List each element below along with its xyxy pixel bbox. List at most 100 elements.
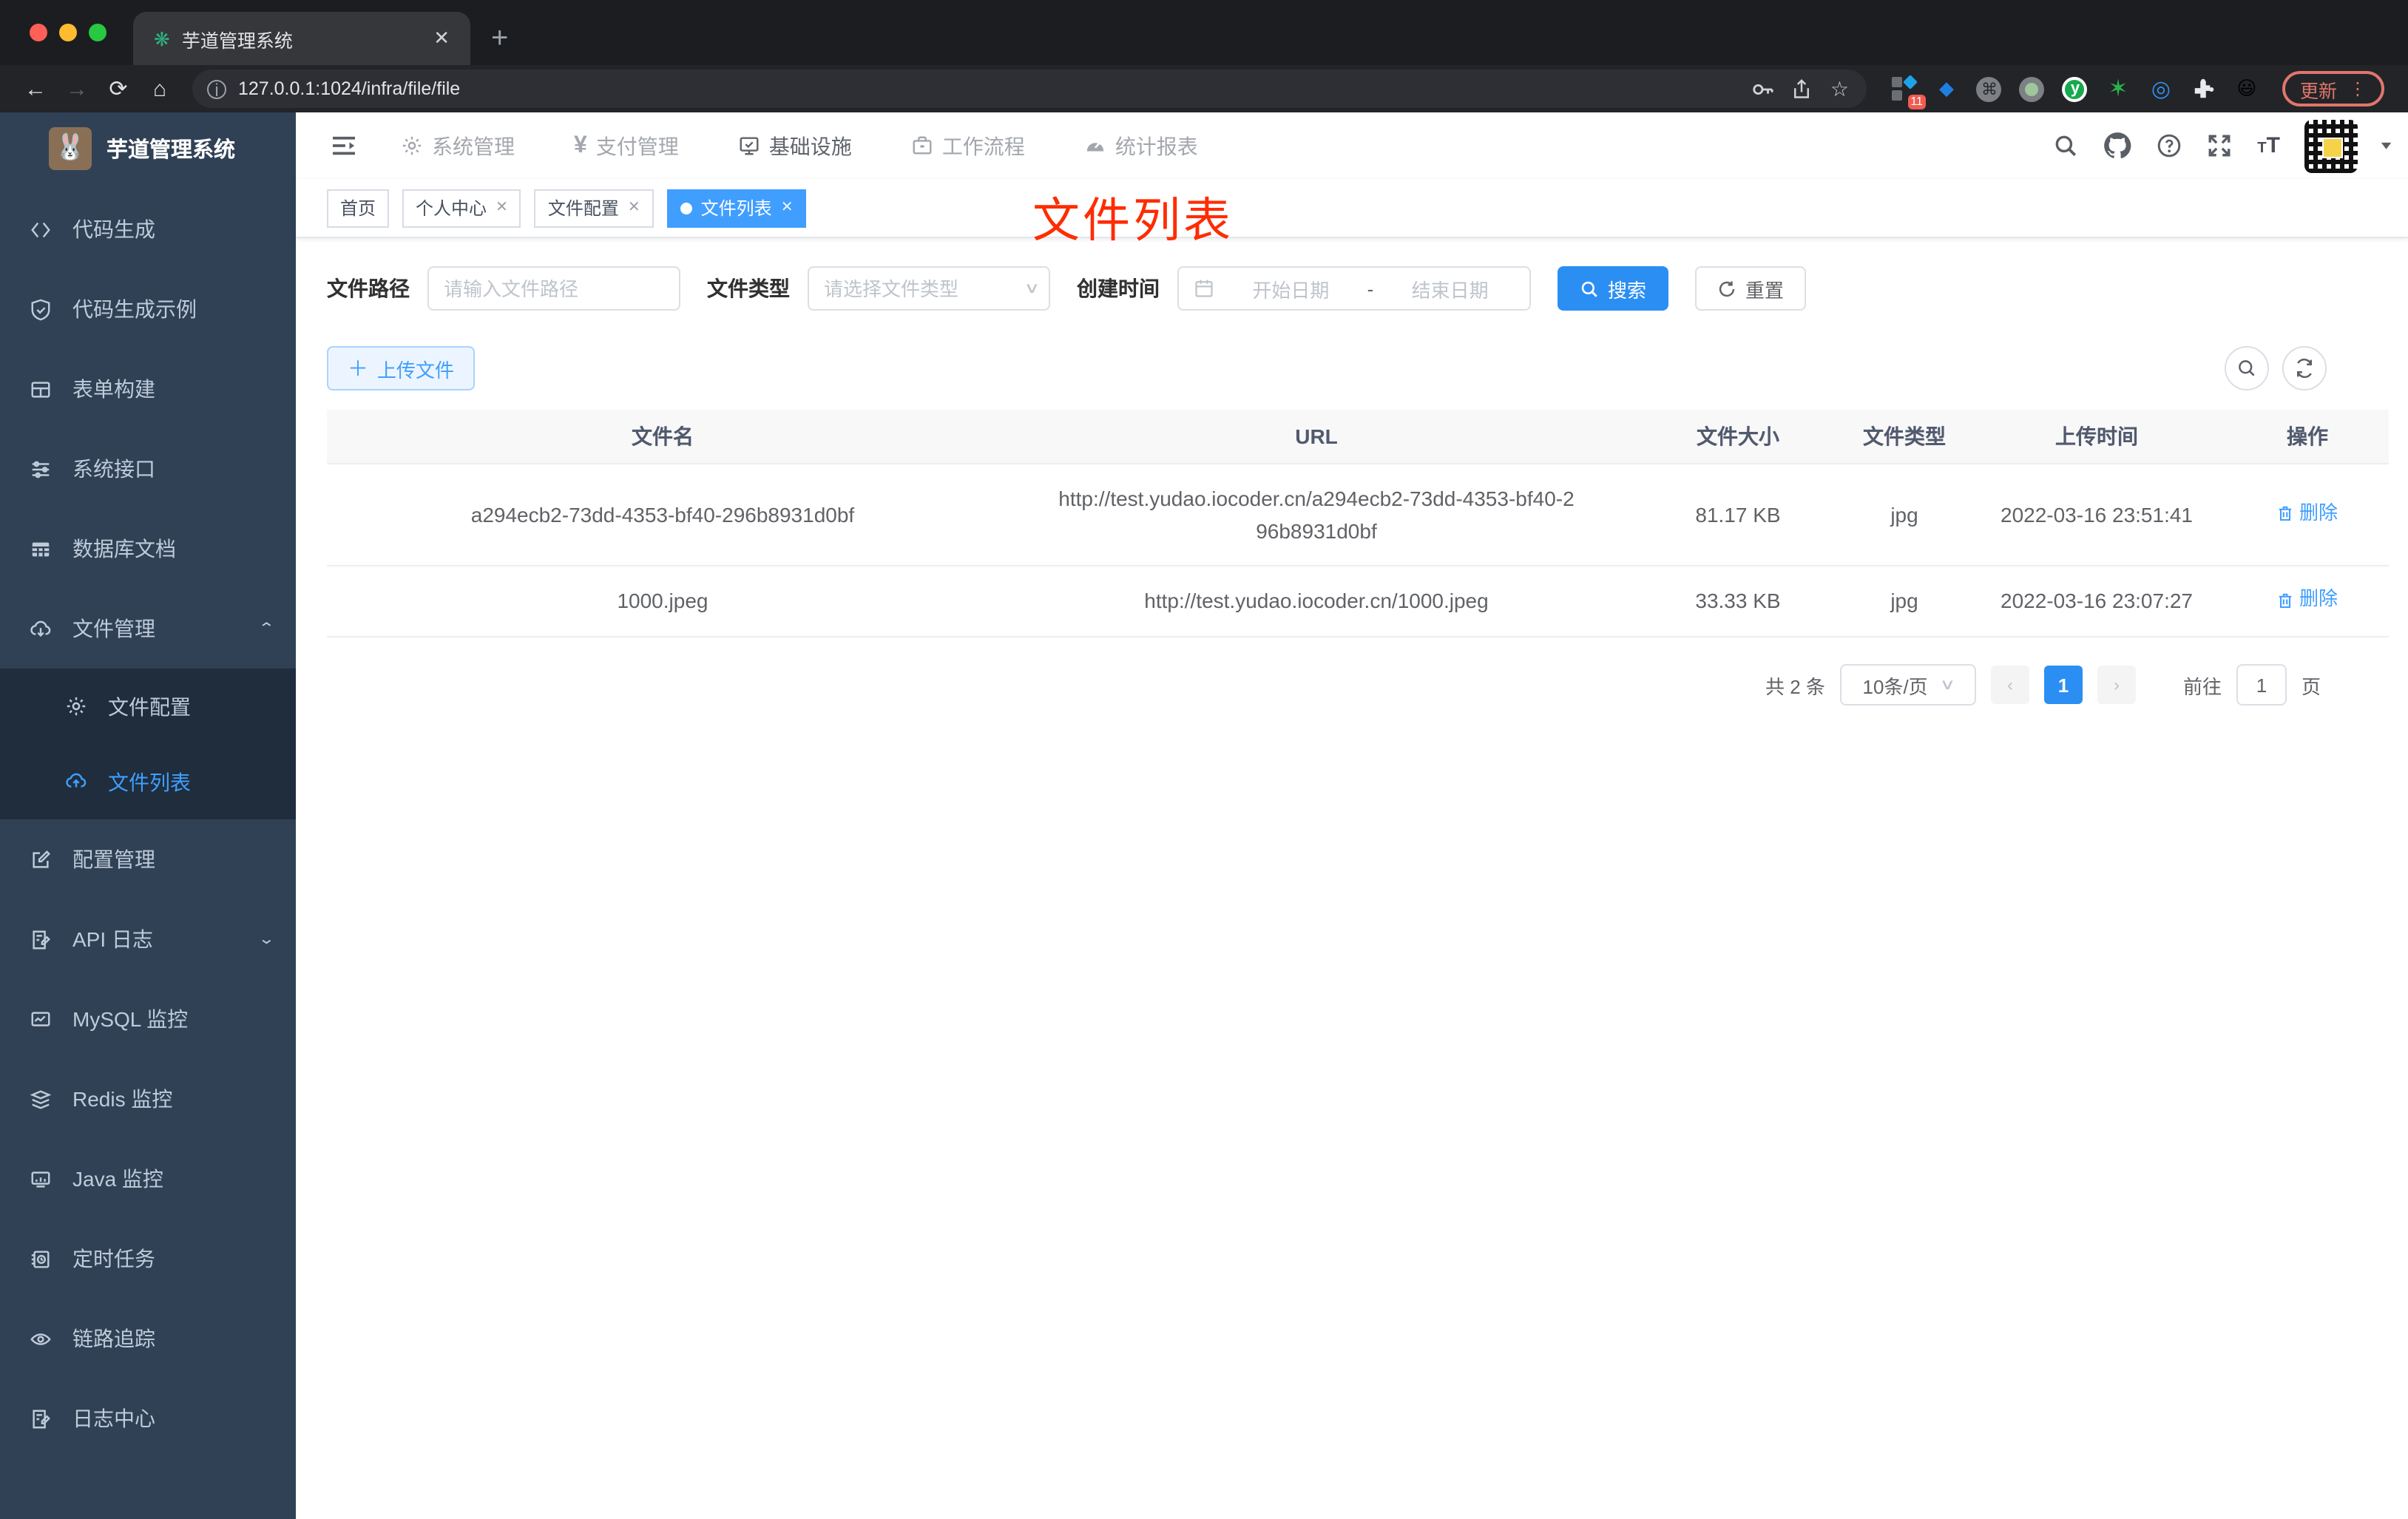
reload-button[interactable]: ⟳ (101, 75, 136, 102)
search-icon[interactable] (2053, 133, 2078, 158)
show-search-toggle-button[interactable] (2225, 346, 2269, 390)
cell-file-size: 33.33 KB (1634, 566, 1841, 638)
nav-statistics[interactable]: 统计报表 (1084, 131, 1198, 160)
sidebar-item-file-list[interactable]: 文件列表 (0, 744, 296, 819)
table-row: 1000.jpeg http://test.yudao.iocoder.cn/1… (327, 566, 2389, 638)
sidebar-toggle-button[interactable] (314, 135, 374, 157)
goto-page-input[interactable] (2236, 664, 2287, 706)
extension-kite-icon[interactable]: ◆ (1933, 75, 1960, 102)
create-time-label: 创建时间 (1077, 277, 1160, 300)
browser-update-button[interactable]: 更新 ⋮ (2282, 71, 2384, 106)
sidebar-item-file-management[interactable]: 文件管理 ⌃ (0, 589, 296, 669)
tag-profile[interactable]: 个人中心 ✕ (402, 189, 521, 227)
extension-blocks-icon[interactable]: 11 (1890, 75, 1926, 109)
tag-file-list[interactable]: 文件列表 ✕ (666, 189, 807, 227)
sidebar-item-db-doc[interactable]: 数据库文档 (0, 509, 296, 589)
close-window-button[interactable] (30, 24, 47, 41)
tag-close-icon[interactable]: ✕ (628, 200, 640, 216)
sidebar-item-config-management[interactable]: 配置管理 (0, 819, 296, 899)
sidebar-item-redis-monitor[interactable]: Redis 监控 (0, 1059, 296, 1139)
browser-toolbar: ← → ⟳ ⌂ i 127.0.0.1:1024/infra/file/file… (0, 65, 2408, 112)
nav-infrastructure[interactable]: 基础设施 (738, 131, 852, 160)
new-tab-button[interactable]: + (491, 22, 508, 56)
fullscreen-icon[interactable] (2207, 133, 2232, 158)
extension-y-icon[interactable]: y (2062, 75, 2089, 102)
browser-tab-strip: ❋ 芋道管理系统 ✕ + (0, 0, 2408, 65)
tab-close-icon[interactable]: ✕ (427, 27, 456, 50)
sidebar-item-tracing[interactable]: 链路追踪 (0, 1299, 296, 1378)
filter-form: 文件路径 文件类型 ∨ 创建时间 开始日期 (327, 266, 2389, 311)
delete-button[interactable]: 删除 (2277, 498, 2338, 529)
password-key-icon[interactable] (1752, 78, 1774, 100)
nav-system-management[interactable]: 系统管理 (401, 131, 515, 160)
sidebar-item-file-config[interactable]: 文件配置 (0, 669, 296, 744)
nav-workflow[interactable]: 工作流程 (911, 131, 1025, 160)
browser-menu-icon[interactable]: ⋮ (2349, 79, 2367, 97)
col-file-size: 文件大小 (1634, 410, 1841, 463)
calendar-icon (1195, 280, 1213, 297)
red-annotation-text: 文件列表 (1032, 194, 1234, 247)
file-type-select[interactable] (808, 266, 1050, 311)
reset-button[interactable]: 重置 (1695, 266, 1807, 311)
cell-file-name: 1000.jpeg (327, 566, 998, 638)
col-file-type: 文件类型 (1841, 410, 1967, 463)
refresh-table-button[interactable] (2282, 346, 2327, 390)
sidebar-item-mysql-monitor[interactable]: MySQL 监控 (0, 979, 296, 1059)
github-icon[interactable] (2103, 132, 2131, 160)
address-bar[interactable]: i 127.0.0.1:1024/infra/file/file ☆ (192, 70, 1867, 108)
extension-target-icon[interactable]: ◎ (2148, 75, 2174, 102)
date-range-picker[interactable]: 开始日期 - 结束日期 (1177, 266, 1531, 311)
site-info-icon[interactable]: i (207, 79, 226, 98)
macos-traffic-lights (0, 0, 133, 65)
url-text: 127.0.0.1:1024/infra/file/file (238, 78, 461, 99)
back-button[interactable]: ← (18, 76, 53, 101)
tag-home[interactable]: 首页 (327, 189, 390, 227)
start-date-placeholder: 开始日期 (1252, 279, 1330, 301)
site-favicon-icon: ❋ (154, 27, 170, 50)
bookmark-star-icon[interactable]: ☆ (1830, 76, 1849, 101)
minimize-window-button[interactable] (59, 24, 77, 41)
font-size-icon[interactable]: TT (2257, 133, 2280, 158)
forward-button[interactable]: → (59, 76, 95, 101)
sidebar-item-code-gen[interactable]: 代码生成 (0, 189, 296, 269)
share-icon[interactable] (1792, 78, 1813, 100)
file-path-input[interactable] (427, 266, 680, 311)
search-icon (2239, 360, 2255, 376)
extension-star-icon[interactable]: ✶ (2105, 75, 2131, 102)
page-size-select[interactable]: 10条/页 ∨ (1839, 664, 1976, 706)
sidebar-item-java-monitor[interactable]: Java 监控 (0, 1139, 296, 1219)
zoom-window-button[interactable] (89, 24, 106, 41)
home-button[interactable]: ⌂ (142, 76, 177, 101)
sidebar-item-system-api[interactable]: 系统接口 (0, 429, 296, 509)
sidebar: 🐰 芋道管理系统 代码生成 代码生成示例 表单构建 系统接口 数据库文档 文件管… (0, 112, 296, 1519)
avatar-caret-icon[interactable]: ▾ (2382, 138, 2392, 154)
tag-close-icon[interactable]: ✕ (496, 200, 508, 216)
extension-puzzle-icon[interactable] (2191, 75, 2217, 102)
search-button[interactable]: 搜索 (1558, 266, 1669, 311)
sidebar-item-log-center[interactable]: 日志中心 (0, 1378, 296, 1458)
cell-url: http://test.yudao.iocoder.cn/a294ecb2-73… (998, 463, 1634, 567)
extension-badge: 11 (1907, 95, 1926, 109)
tag-file-config[interactable]: 文件配置 ✕ (534, 189, 654, 227)
current-page[interactable]: 1 (2043, 666, 2083, 705)
sidebar-item-scheduled-tasks[interactable]: 定时任务 (0, 1219, 296, 1299)
nav-payment-management[interactable]: ¥ 支付管理 (574, 131, 679, 160)
user-avatar[interactable] (2304, 119, 2358, 172)
sidebar-item-code-gen-demo[interactable]: 代码生成示例 (0, 269, 296, 349)
extension-dot-icon[interactable] (2019, 75, 2046, 102)
extension-emoji-icon[interactable]: 😃 (2233, 75, 2260, 102)
sidebar-item-api-log[interactable]: API 日志 ⌄ (0, 899, 296, 979)
help-icon[interactable] (2157, 133, 2182, 158)
col-actions: 操作 (2226, 410, 2389, 463)
browser-tab[interactable]: ❋ 芋道管理系统 ✕ (133, 12, 470, 65)
sidebar-item-form-builder[interactable]: 表单构建 (0, 349, 296, 429)
cell-file-type: jpg (1841, 566, 1967, 638)
next-page-button[interactable]: › (2097, 666, 2136, 705)
sidebar-logo[interactable]: 🐰 芋道管理系统 (0, 112, 296, 183)
tag-close-icon[interactable]: ✕ (781, 200, 794, 216)
select-caret-icon: ∨ (1940, 677, 1957, 694)
delete-button[interactable]: 删除 (2277, 585, 2338, 616)
prev-page-button[interactable]: ‹ (1990, 666, 2029, 705)
upload-file-button[interactable]: ＋ 上传文件 (327, 346, 476, 390)
extension-command-icon[interactable]: ⌘ (1976, 75, 2003, 102)
